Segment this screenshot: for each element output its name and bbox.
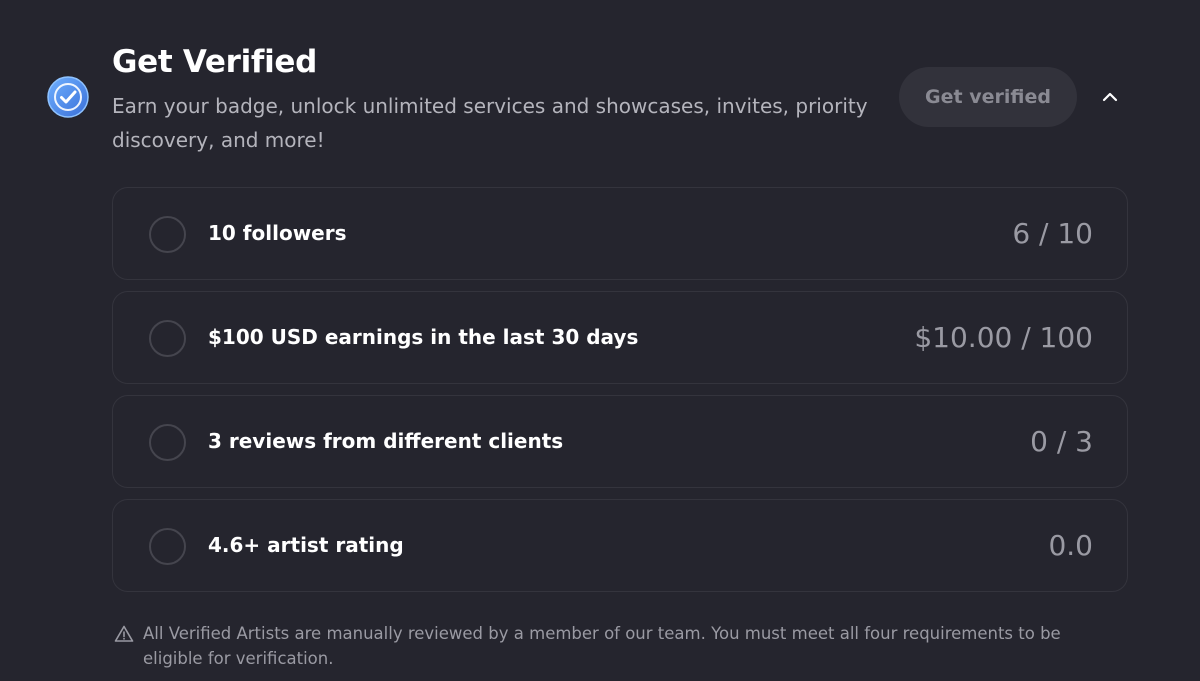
requirement-label: 4.6+ artist rating [208, 533, 404, 557]
chevron-up-icon [1102, 92, 1118, 102]
requirement-progress: $10.00 / 100 [914, 320, 1093, 354]
requirement-item: 10 followers 6 / 10 [112, 187, 1128, 280]
requirement-label: 10 followers [208, 221, 347, 245]
verified-check-icon [47, 76, 89, 118]
note-text: All Verified Artists are manually review… [143, 624, 1061, 668]
requirement-progress: 0.0 [1048, 528, 1093, 562]
requirements-list: 10 followers 6 / 10 $100 USD earnings in… [112, 187, 1128, 603]
requirement-item: $100 USD earnings in the last 30 days $1… [112, 291, 1128, 384]
page-title: Get Verified [112, 44, 318, 80]
verification-note: All Verified Artists are manually review… [114, 621, 1114, 671]
get-verified-button[interactable]: Get verified [899, 67, 1077, 127]
requirement-status-circle [149, 216, 186, 253]
requirement-label: $100 USD earnings in the last 30 days [208, 325, 639, 349]
requirement-progress: 6 / 10 [1012, 216, 1093, 250]
get-verified-panel: Get Verified Earn your badge, unlock unl… [0, 0, 1200, 681]
collapse-toggle[interactable] [1097, 84, 1123, 110]
requirement-progress: 0 / 3 [1030, 424, 1093, 458]
requirement-label: 3 reviews from different clients [208, 429, 564, 453]
requirement-status-circle [149, 528, 186, 565]
requirement-item: 3 reviews from different clients 0 / 3 [112, 395, 1128, 488]
requirement-status-circle [149, 320, 186, 357]
warning-triangle-icon [114, 625, 134, 642]
requirement-status-circle [149, 424, 186, 461]
requirement-item: 4.6+ artist rating 0.0 [112, 499, 1128, 592]
page-subtitle: Earn your badge, unlock unlimited servic… [112, 94, 868, 152]
